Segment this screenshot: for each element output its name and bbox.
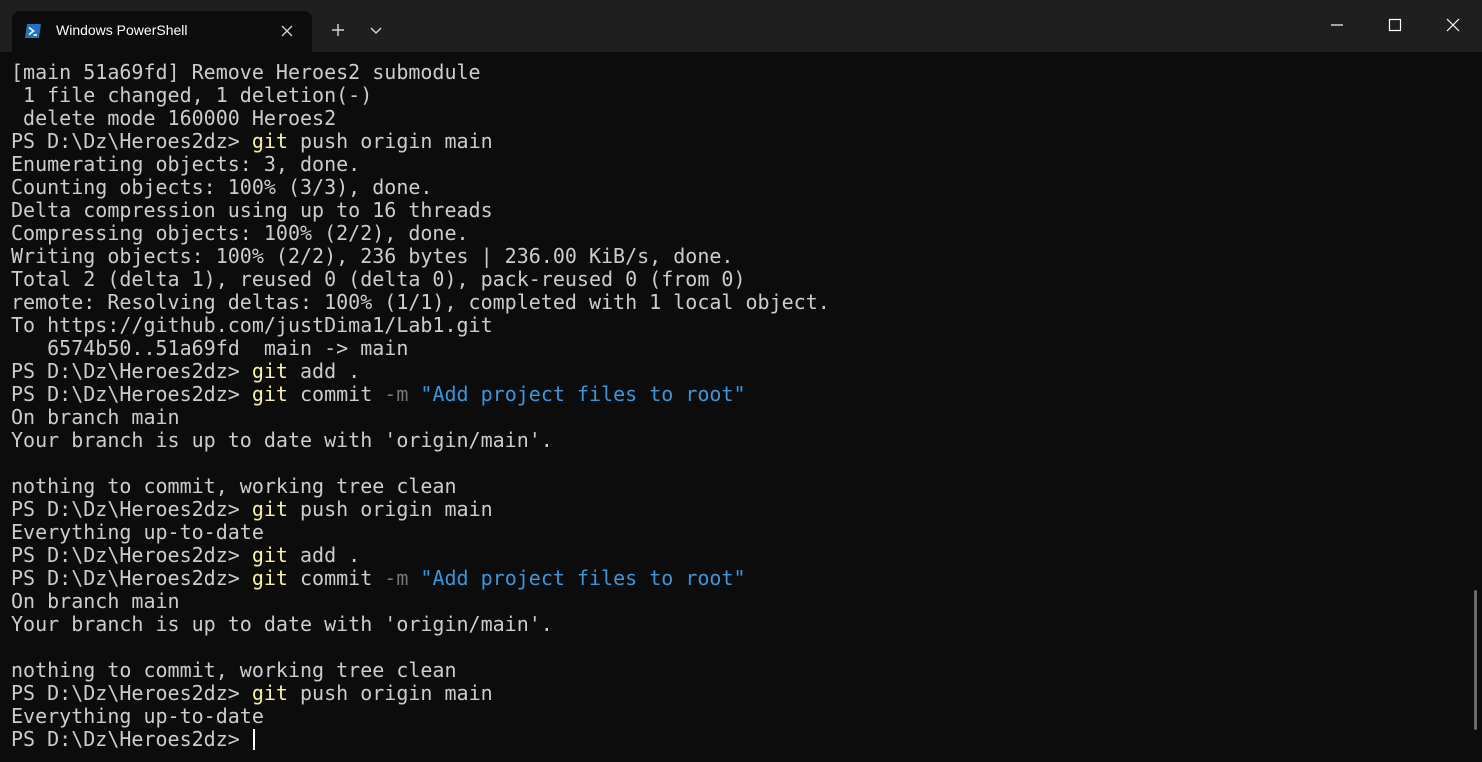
- command-args: push origin main: [287, 497, 493, 521]
- output-text: Your branch is up to date with 'origin/m…: [11, 428, 553, 452]
- terminal-window: Windows PowerShell [main 51a69fd] Remove…: [0, 0, 1482, 762]
- command-param: -m: [384, 382, 409, 406]
- output-text: delete mode 160000 Heroes2: [11, 106, 337, 130]
- command-args: add .: [287, 359, 361, 383]
- command-line: PS D:\Dz\Heroes2dz> git push origin main: [11, 682, 830, 705]
- output-line: remote: Resolving deltas: 100% (1/1), co…: [11, 291, 830, 314]
- output-text: [main 51a69fd] Remove Heroes2 submodule: [11, 60, 481, 84]
- command-line: PS D:\Dz\Heroes2dz> git add .: [11, 360, 830, 383]
- command-name: git: [251, 129, 288, 153]
- output-line: Total 2 (delta 1), reused 0 (delta 0), p…: [11, 268, 830, 291]
- prompt: PS D:\Dz\Heroes2dz>: [11, 129, 252, 153]
- output-line: [main 51a69fd] Remove Heroes2 submodule: [11, 61, 830, 84]
- output-text: Enumerating objects: 3, done.: [11, 152, 361, 176]
- output-text: Compressing objects: 100% (2/2), done.: [11, 221, 469, 245]
- command-line: PS D:\Dz\Heroes2dz> git push origin main: [11, 130, 830, 153]
- command-args: push origin main: [287, 129, 493, 153]
- command-name: git: [251, 566, 288, 590]
- output-line: Your branch is up to date with 'origin/m…: [11, 429, 830, 452]
- close-tab-icon[interactable]: [276, 20, 298, 42]
- output-line: nothing to commit, working tree clean: [11, 659, 830, 682]
- output-text: nothing to commit, working tree clean: [11, 658, 457, 682]
- text-cursor: [252, 729, 255, 750]
- output-line: To https://github.com/justDima1/Lab1.git: [11, 314, 830, 337]
- prompt: PS D:\Dz\Heroes2dz>: [11, 359, 252, 383]
- output-text: Everything up-to-date: [11, 704, 264, 728]
- output-line: Delta compression using up to 16 threads: [11, 199, 830, 222]
- prompt: PS D:\Dz\Heroes2dz>: [11, 681, 252, 705]
- output-line: 6574b50..51a69fd main -> main: [11, 337, 830, 360]
- output-text: nothing to commit, working tree clean: [11, 474, 457, 498]
- output-text: Your branch is up to date with 'origin/m…: [11, 612, 553, 636]
- output-line: Enumerating objects: 3, done.: [11, 153, 830, 176]
- minimize-icon: [1331, 24, 1343, 26]
- output-line: Writing objects: 100% (2/2), 236 bytes |…: [11, 245, 830, 268]
- command-line: PS D:\Dz\Heroes2dz> git push origin main: [11, 498, 830, 521]
- command-name: git: [251, 543, 288, 567]
- output-text: remote: Resolving deltas: 100% (1/1), co…: [11, 290, 830, 314]
- command-line: PS D:\Dz\Heroes2dz>: [11, 728, 830, 751]
- command-line: PS D:\Dz\Heroes2dz> git commit -m "Add p…: [11, 383, 830, 406]
- command-name: git: [251, 681, 288, 705]
- output-text: 6574b50..51a69fd main -> main: [11, 336, 409, 360]
- command-name: git: [251, 382, 288, 406]
- output-text: 1 file changed, 1 deletion(-): [11, 83, 373, 107]
- output-line: Everything up-to-date: [11, 705, 830, 728]
- prompt: PS D:\Dz\Heroes2dz>: [11, 566, 252, 590]
- maximize-button[interactable]: [1366, 0, 1424, 50]
- title-bar[interactable]: Windows PowerShell: [0, 0, 1482, 52]
- tab-title: Windows PowerShell: [56, 22, 188, 38]
- command-name: git: [251, 359, 288, 383]
- prompt: PS D:\Dz\Heroes2dz>: [11, 497, 252, 521]
- command-args: commit: [287, 382, 385, 406]
- output-text: On branch main: [11, 405, 180, 429]
- output-text: Everything up-to-date: [11, 520, 264, 544]
- output-text: Writing objects: 100% (2/2), 236 bytes |…: [11, 244, 734, 268]
- chevron-down-icon[interactable]: [364, 18, 388, 42]
- command-args: add .: [287, 543, 361, 567]
- prompt: PS D:\Dz\Heroes2dz>: [11, 382, 252, 406]
- output-text: Delta compression using up to 16 threads: [11, 198, 493, 222]
- command-line: PS D:\Dz\Heroes2dz> git commit -m "Add p…: [11, 567, 830, 590]
- output-line: Counting objects: 100% (3/3), done.: [11, 176, 830, 199]
- vertical-scrollbar[interactable]: [1474, 590, 1477, 730]
- close-icon: [1446, 18, 1460, 32]
- command-line: PS D:\Dz\Heroes2dz> git add .: [11, 544, 830, 567]
- output-line: Your branch is up to date with 'origin/m…: [11, 613, 830, 636]
- powershell-icon: [24, 23, 42, 39]
- output-line: Everything up-to-date: [11, 521, 830, 544]
- close-window-button[interactable]: [1424, 0, 1482, 50]
- command-name: git: [251, 497, 288, 521]
- output-line: On branch main: [11, 590, 830, 613]
- maximize-icon: [1388, 18, 1402, 32]
- output-text: On branch main: [11, 589, 180, 613]
- plus-icon[interactable]: [326, 18, 350, 42]
- output-text: Counting objects: 100% (3/3), done.: [11, 175, 433, 199]
- prompt: PS D:\Dz\Heroes2dz>: [11, 727, 252, 751]
- prompt: PS D:\Dz\Heroes2dz>: [11, 543, 252, 567]
- command-param: -m: [384, 566, 409, 590]
- output-line: On branch main: [11, 406, 830, 429]
- command-args: push origin main: [287, 681, 493, 705]
- output-line: Compressing objects: 100% (2/2), done.: [11, 222, 830, 245]
- command-string: "Add project files to root": [408, 382, 746, 406]
- output-text: Total 2 (delta 1), reused 0 (delta 0), p…: [11, 267, 746, 291]
- command-args: commit: [287, 566, 385, 590]
- command-string: "Add project files to root": [408, 566, 746, 590]
- output-line: delete mode 160000 Heroes2: [11, 107, 830, 130]
- minimize-button[interactable]: [1308, 0, 1366, 50]
- output-line: nothing to commit, working tree clean: [11, 475, 830, 498]
- tab-windows-powershell[interactable]: Windows PowerShell: [12, 11, 312, 52]
- output-text: To https://github.com/justDima1/Lab1.git: [11, 313, 493, 337]
- terminal-output[interactable]: [main 51a69fd] Remove Heroes2 submodule …: [0, 52, 1472, 762]
- output-line: 1 file changed, 1 deletion(-): [11, 84, 830, 107]
- terminal-lines: [main 51a69fd] Remove Heroes2 submodule …: [11, 61, 830, 751]
